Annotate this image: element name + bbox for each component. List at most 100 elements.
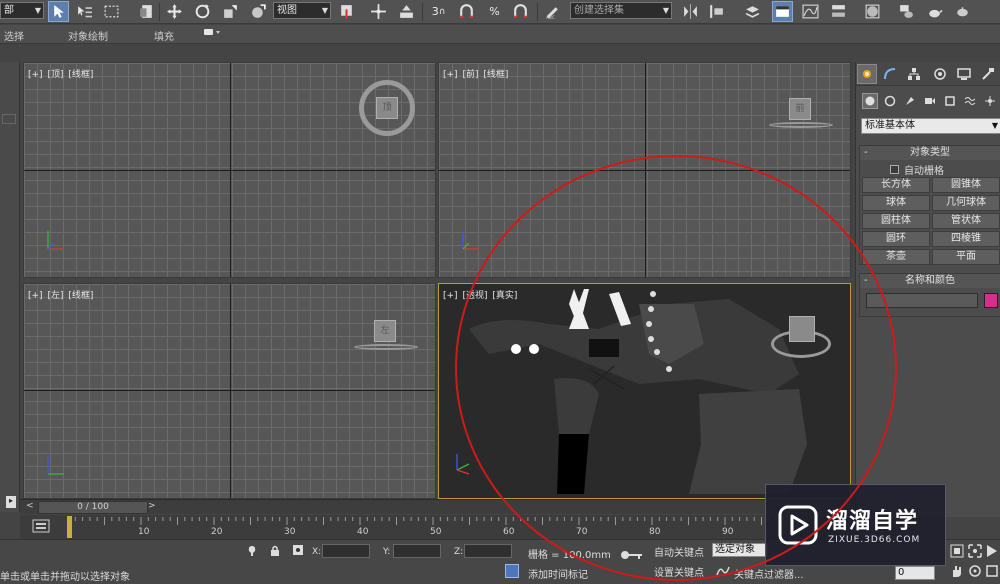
- maximize-viewport-icon[interactable]: [986, 564, 998, 581]
- auto-grid-checkbox[interactable]: 自动栅格: [890, 162, 944, 177]
- viewcube-ring[interactable]: [769, 122, 833, 128]
- viewport-menu-plus[interactable]: [+]: [28, 291, 43, 301]
- teapot-button[interactable]: 茶壶: [862, 249, 930, 265]
- viewcube[interactable]: [789, 316, 815, 342]
- percent-snap-button[interactable]: %: [484, 1, 505, 22]
- pivot-center-button[interactable]: [336, 1, 357, 22]
- systems-icon[interactable]: [982, 93, 998, 109]
- z-coordinate-field[interactable]: [464, 544, 512, 558]
- time-slider-thumb[interactable]: 0 / 100: [38, 501, 148, 514]
- field-of-view-icon[interactable]: [986, 544, 998, 561]
- rendered-frame-button[interactable]: [924, 1, 945, 22]
- sphere-button[interactable]: 球体: [862, 195, 930, 211]
- viewport-menu-plus[interactable]: [+]: [443, 70, 458, 80]
- render-setup-button[interactable]: [896, 1, 917, 22]
- window-crossing-button[interactable]: [136, 1, 157, 22]
- viewport-pov-label[interactable]: [前]: [462, 70, 478, 80]
- edit-named-selection-button[interactable]: ABC: [542, 1, 563, 22]
- ribbon-tab-object-paint[interactable]: 对象绘制: [68, 28, 108, 43]
- angle-snap-button[interactable]: [456, 1, 477, 22]
- tab-hierarchy[interactable]: [904, 64, 924, 84]
- material-editor-button[interactable]: [862, 1, 883, 22]
- auto-key-button[interactable]: 自动关键点: [654, 544, 704, 559]
- ribbon-options-button[interactable]: [202, 26, 222, 41]
- time-tag-icon[interactable]: [505, 564, 519, 578]
- time-slider[interactable]: < 0 / 100 >: [20, 499, 855, 514]
- object-category-dropdown[interactable]: 标准基本体 ▼: [861, 118, 1000, 134]
- tab-create[interactable]: [857, 64, 877, 84]
- expand-arrow-icon[interactable]: ▸: [6, 496, 16, 508]
- mirror-button[interactable]: [680, 1, 701, 22]
- viewcube[interactable]: 前: [789, 98, 811, 120]
- placement-button[interactable]: [248, 1, 269, 22]
- name-color-rollout-header[interactable]: - 名称和颜色: [860, 274, 1000, 288]
- tab-utilities[interactable]: [978, 64, 998, 84]
- pyramid-button[interactable]: 四棱锥: [932, 231, 1000, 247]
- named-selection-dropdown[interactable]: 创建选择集 ▼: [570, 2, 672, 19]
- tab-motion[interactable]: [930, 64, 950, 84]
- pan-hand-icon[interactable]: [950, 564, 964, 581]
- left-viewport-layout-strip[interactable]: ▸: [0, 62, 20, 512]
- track-bar[interactable]: 10 20 30 40 50 60 70 80 90: [20, 515, 855, 539]
- zoom-extents-icon[interactable]: [950, 544, 964, 561]
- schematic-view-button[interactable]: [828, 1, 849, 22]
- y-coordinate-field[interactable]: [393, 544, 441, 558]
- rotate-button[interactable]: [192, 1, 213, 22]
- reference-coord-dropdown[interactable]: 视图 ▼: [273, 2, 331, 19]
- scale-button[interactable]: [220, 1, 241, 22]
- absolute-mode-icon[interactable]: [292, 544, 304, 559]
- viewport-perspective[interactable]: [+] [透视] [真实]: [438, 283, 851, 499]
- keyboard-shortcut-button[interactable]: [396, 1, 417, 22]
- tab-display[interactable]: [954, 64, 974, 84]
- viewport-left[interactable]: [+] [左] [线框] 左: [23, 283, 436, 499]
- key-filters-button[interactable]: 关键点过滤器...: [734, 566, 804, 581]
- viewport-label[interactable]: [+] [左] [线框]: [28, 288, 95, 301]
- box-button[interactable]: 长方体: [862, 177, 930, 193]
- object-color-swatch[interactable]: [984, 293, 998, 308]
- viewport-label[interactable]: [+] [前] [线框]: [443, 67, 510, 80]
- cylinder-button[interactable]: 圆柱体: [862, 213, 930, 229]
- viewport-label[interactable]: [+] [顶] [线框]: [28, 67, 95, 80]
- viewcube[interactable]: 左: [374, 320, 396, 342]
- viewport-pov-label[interactable]: [左]: [47, 291, 63, 301]
- select-manipulate-button[interactable]: [368, 1, 389, 22]
- helpers-icon[interactable]: [942, 93, 958, 109]
- viewcube-ring[interactable]: [354, 344, 418, 350]
- current-frame-field[interactable]: 0: [895, 566, 935, 580]
- prev-frame-icon[interactable]: <: [26, 501, 34, 511]
- plane-button[interactable]: 平面: [932, 249, 1000, 265]
- viewport-shading-label[interactable]: [线框]: [68, 70, 93, 80]
- lock-icon[interactable]: [270, 545, 280, 560]
- key-mode-icon[interactable]: [620, 550, 644, 563]
- viewport-top[interactable]: [+] [顶] [线框] 顶: [23, 62, 436, 278]
- space-warps-icon[interactable]: [962, 93, 978, 109]
- tube-button[interactable]: 管状体: [932, 213, 1000, 229]
- viewport-pov-label[interactable]: [顶]: [47, 70, 63, 80]
- ribbon-toggle-button[interactable]: [772, 1, 793, 22]
- set-key-button[interactable]: 设置关键点: [654, 564, 704, 579]
- viewport-shading-label[interactable]: [线框]: [483, 70, 508, 80]
- selection-filter-dropdown[interactable]: 部 ▼: [0, 2, 44, 19]
- viewcube[interactable]: 顶: [376, 97, 398, 119]
- lights-icon[interactable]: [902, 93, 918, 109]
- object-name-field[interactable]: [866, 293, 978, 308]
- align-button[interactable]: [706, 1, 727, 22]
- add-time-tag-button[interactable]: 添加时间标记: [528, 566, 588, 581]
- ribbon-tab-selection[interactable]: 选择: [4, 28, 24, 43]
- mini-curve-editor-button[interactable]: [32, 519, 50, 533]
- key-selection-dropdown[interactable]: 选定对象: [712, 543, 768, 557]
- tab-modify[interactable]: [880, 64, 900, 84]
- viewport-shading-label[interactable]: [线框]: [68, 291, 93, 301]
- geosphere-button[interactable]: 几何球体: [932, 195, 1000, 211]
- rect-selection-button[interactable]: [101, 1, 122, 22]
- spinner-snap-button[interactable]: [510, 1, 531, 22]
- torus-button[interactable]: 圆环: [862, 231, 930, 247]
- orbit-icon[interactable]: [968, 564, 982, 581]
- layer-manager-button[interactable]: [742, 1, 763, 22]
- select-by-name-button[interactable]: [74, 1, 95, 22]
- isolate-icon[interactable]: [247, 545, 257, 560]
- snap-3d-button[interactable]: 3 ∩: [428, 1, 449, 22]
- shapes-icon[interactable]: [882, 93, 898, 109]
- move-button[interactable]: [164, 1, 185, 22]
- curve-editor-button[interactable]: [800, 1, 821, 22]
